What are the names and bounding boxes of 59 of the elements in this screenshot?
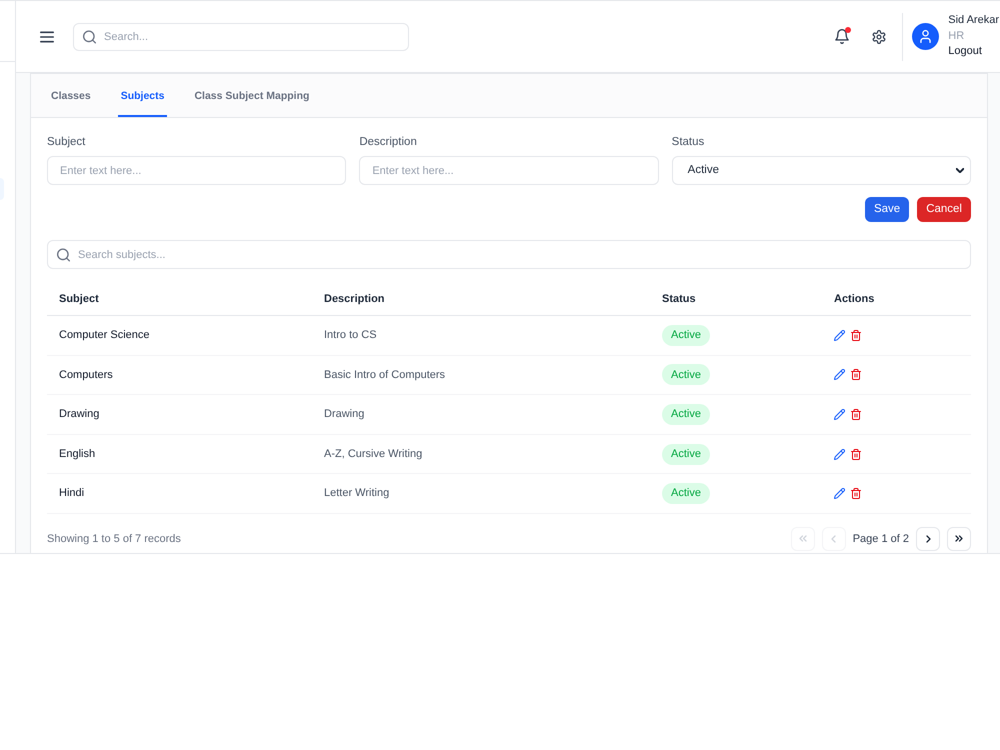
- search-field[interactable]: Search...: [73, 22, 409, 50]
- last-page-button[interactable]: [947, 526, 971, 551]
- table-cell-text: Basic Intro of Computers: [323, 368, 446, 383]
- save-button[interactable]: Save: [864, 197, 910, 222]
- chevron-left-icon: [831, 534, 836, 543]
- pencil-icon[interactable]: [834, 408, 845, 420]
- column-header: Subject: [58, 292, 100, 308]
- page-indicator: Page 1 of 2: [852, 532, 909, 547]
- table-cell-text: Computer Science: [58, 328, 150, 344]
- text-input[interactable]: Enter text here...: [47, 156, 346, 185]
- user-name: Sid Arekar: [948, 13, 999, 28]
- table-cell-text: Computers: [58, 368, 114, 383]
- field-label: Status: [672, 135, 704, 150]
- column-header: Description: [323, 292, 386, 308]
- cancel-button[interactable]: Cancel: [917, 197, 971, 222]
- field-label: Description: [359, 135, 417, 150]
- status-badge: Active: [662, 404, 710, 425]
- status-badge: Active: [662, 364, 710, 386]
- logout-link[interactable]: Logout: [948, 44, 999, 60]
- user-role: HR: [948, 28, 966, 44]
- table-cell-text: Drawing: [58, 407, 100, 422]
- avatar-icon: [912, 23, 940, 50]
- trash-icon[interactable]: [851, 330, 861, 341]
- tab[interactable]: Subjects: [118, 74, 168, 117]
- chevron-right-icon: [926, 534, 930, 543]
- table-cell-text: Hindi: [58, 486, 86, 502]
- records-summary: Showing 1 to 5 of 7 records: [47, 532, 181, 547]
- table-cell-text: Letter Writing: [323, 486, 390, 502]
- menu-icon[interactable]: [40, 30, 54, 42]
- status-badge: Active: [662, 324, 710, 346]
- status-select[interactable]: Active: [672, 156, 971, 185]
- pencil-icon[interactable]: [834, 488, 845, 500]
- search-icon: [83, 30, 96, 43]
- trash-icon[interactable]: [851, 448, 861, 460]
- table-cell-text: Drawing: [323, 407, 366, 422]
- double-chevron-left-icon: [798, 535, 807, 542]
- column-header: Status: [661, 292, 697, 308]
- search-icon: [57, 248, 70, 261]
- trash-icon[interactable]: [851, 408, 861, 420]
- trash-icon[interactable]: [851, 488, 861, 500]
- pencil-icon[interactable]: [834, 448, 845, 460]
- text-input[interactable]: Enter text here...: [359, 156, 659, 185]
- pencil-icon[interactable]: [834, 369, 845, 380]
- status-badge: Active: [662, 444, 710, 465]
- status-badge: Active: [662, 483, 710, 504]
- trash-icon[interactable]: [851, 369, 861, 380]
- tab[interactable]: Classes: [48, 74, 94, 117]
- column-header: Actions: [833, 292, 876, 308]
- tab[interactable]: Class Subject Mapping: [191, 74, 312, 117]
- table-cell-text: Intro to CS: [323, 328, 378, 344]
- bell-icon[interactable]: [835, 29, 850, 44]
- search-field[interactable]: Search subjects...: [47, 240, 971, 269]
- table-cell-text: A-Z, Cursive Writing: [323, 446, 424, 462]
- chevron-down-icon: [956, 168, 964, 173]
- field-label: Subject: [47, 135, 86, 150]
- pencil-icon[interactable]: [834, 330, 845, 341]
- table-cell-text: English: [58, 446, 96, 462]
- settings-icon[interactable]: [872, 30, 886, 44]
- double-chevron-right-icon: [955, 535, 963, 542]
